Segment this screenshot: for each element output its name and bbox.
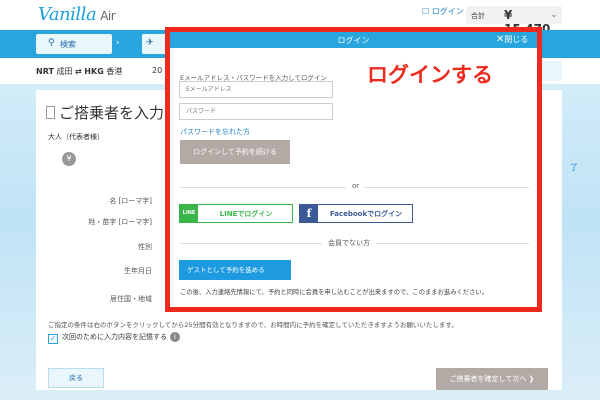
remember-checkbox-row[interactable]: ✓ 次回のために入力内容を記憶する i xyxy=(48,332,180,344)
total-label: 合計 xyxy=(471,12,485,20)
password-input[interactable] xyxy=(179,103,333,120)
forgot-password-link[interactable]: パスワードを忘れた方 xyxy=(180,127,250,137)
line-icon: LINE xyxy=(180,205,198,222)
validity-notice: ご指定の条件は右のボタンをクリックしてから25分間有効となりますので、お時間内に… xyxy=(48,321,458,329)
route-summary: NRT 成田 ⇄ HKG 香港 xyxy=(36,67,123,76)
confirm-passenger-button[interactable]: ご搭乗者を確定して次へ ❯ xyxy=(436,368,548,390)
airplane-icon: ✈ xyxy=(146,38,154,48)
guest-booking-button[interactable]: ゲストとして予約を進める xyxy=(179,260,291,280)
chevron-down-icon: ⌄ xyxy=(550,10,558,20)
modal-header: ログイン ✕閉じる xyxy=(170,32,537,48)
email-input[interactable] xyxy=(179,81,333,98)
side-link[interactable]: 了 xyxy=(570,162,578,173)
field-label-first-name: 名 [ローマ字] xyxy=(109,197,152,205)
facebook-login-button[interactable]: f Facebookでログイン xyxy=(299,204,413,223)
brand-logo[interactable]: Vanilla Air xyxy=(38,4,116,25)
info-icon[interactable]: i xyxy=(170,332,180,342)
non-member-label: 会員でない方 xyxy=(322,238,376,248)
login-continue-button[interactable]: ログインして予約を続ける xyxy=(180,140,290,164)
user-icon: ☐ xyxy=(422,7,430,16)
field-label-birthdate: 生年月日 xyxy=(124,267,152,275)
field-label-last-name: 姓・苗字 [ローマ字] xyxy=(88,218,152,226)
step-search-button[interactable]: ⚲ 検索 xyxy=(36,34,112,54)
chevron-right-icon: › xyxy=(116,38,120,48)
checkbox-checked-icon[interactable]: ✓ xyxy=(48,334,58,344)
route-edit-button[interactable] xyxy=(540,61,562,81)
passenger-avatar-icon: ¥ xyxy=(62,152,76,166)
login-modal: ログイン ✕閉じる Eメールアドレス・パスワードを入力してログイン パスワードを… xyxy=(165,27,542,312)
annotation-label: ログインする xyxy=(367,63,493,87)
modal-title: ログイン xyxy=(337,36,370,45)
modal-close-button[interactable]: ✕閉じる xyxy=(496,34,528,45)
search-icon: ⚲ xyxy=(48,38,55,48)
site-header: VanillaAir ☐ ログイン 合計 ¥ 15,470 ⌄ xyxy=(0,0,600,36)
adult-label: 大人（代表者様） xyxy=(48,133,104,141)
edit-icon xyxy=(46,106,55,119)
guest-note: この後、入力連絡先情報にて、予約と同時に会員を申し込むことが出来ますので、このま… xyxy=(180,289,488,296)
page-title: ご搭乗者を入力す xyxy=(46,102,179,123)
route-arrow-icon: ⇄ xyxy=(75,67,82,76)
back-button[interactable]: 戻る xyxy=(48,368,104,388)
line-login-button[interactable]: LINE LINEでログイン xyxy=(179,204,293,223)
route-date: 20 xyxy=(152,66,163,75)
or-label: or xyxy=(346,182,366,190)
field-label-gender: 性別 xyxy=(138,243,152,251)
field-label-country: 居住国・地域 xyxy=(110,295,152,303)
total-price-dropdown[interactable]: 合計 ¥ 15,470 ⌄ xyxy=(466,6,562,36)
facebook-icon: f xyxy=(300,205,318,222)
header-login-link[interactable]: ☐ ログイン xyxy=(422,6,464,17)
